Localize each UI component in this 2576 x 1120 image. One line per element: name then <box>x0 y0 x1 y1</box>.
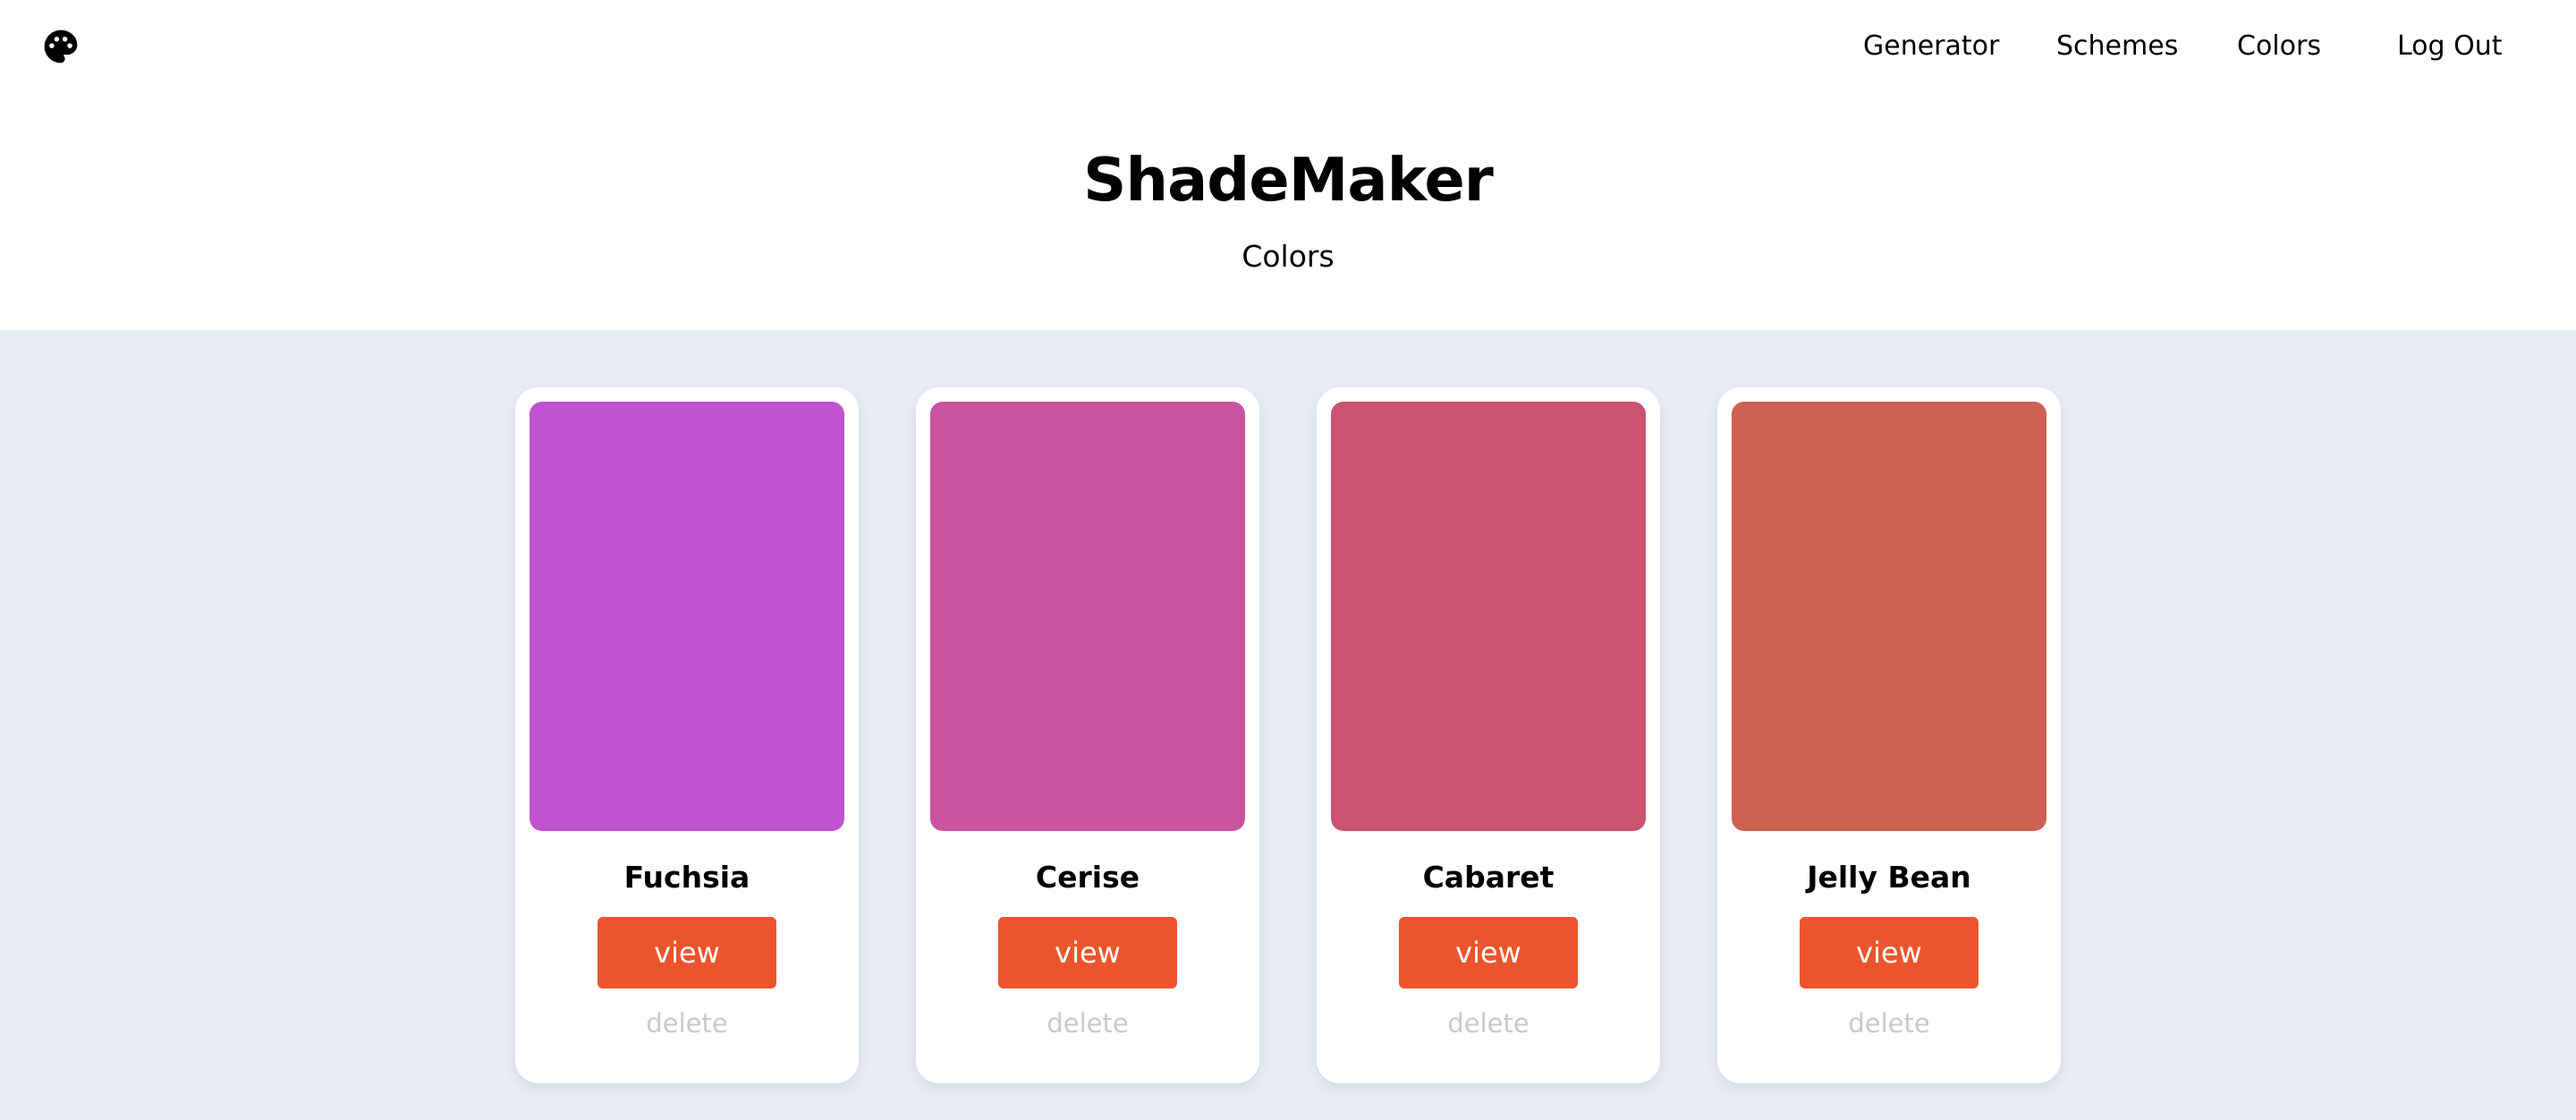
color-swatch[interactable] <box>930 402 1245 831</box>
view-button[interactable]: view <box>597 917 776 988</box>
color-name: Jelly Bean <box>1807 860 1971 895</box>
delete-link[interactable]: delete <box>916 1005 1259 1041</box>
palette-icon[interactable] <box>41 27 80 66</box>
color-card: Cabaret view delete <box>1317 387 1660 1083</box>
nav-colors-link[interactable]: Colors <box>2237 29 2321 64</box>
color-swatch[interactable] <box>530 402 844 831</box>
color-card: Cerise view delete <box>916 387 1259 1083</box>
color-gallery: Fuchsia view delete Cerise view delete C… <box>0 330 2576 1120</box>
nav-logout-link[interactable]: Log Out <box>2397 29 2503 64</box>
delete-link[interactable]: delete <box>1717 1005 2061 1041</box>
color-swatch[interactable] <box>1732 402 2046 831</box>
top-nav-bar: Generator Schemes Colors Log Out <box>0 0 2576 94</box>
view-button[interactable]: view <box>998 917 1177 988</box>
nav-generator-link[interactable]: Generator <box>1863 29 1999 64</box>
color-name: Cerise <box>1035 860 1140 895</box>
page-subtitle: Colors <box>1241 239 1335 274</box>
color-swatch[interactable] <box>1331 402 1646 831</box>
color-name: Fuchsia <box>623 860 750 895</box>
color-name: Cabaret <box>1422 860 1555 895</box>
page-title: ShadeMaker <box>1083 145 1494 215</box>
nav-schemes-link[interactable]: Schemes <box>2056 29 2178 64</box>
page-header: ShadeMaker Colors <box>0 94 2576 330</box>
view-button[interactable]: view <box>1399 917 1578 988</box>
delete-link[interactable]: delete <box>1317 1005 1660 1041</box>
color-card: Fuchsia view delete <box>515 387 859 1083</box>
view-button[interactable]: view <box>1800 917 1979 988</box>
delete-link[interactable]: delete <box>515 1005 859 1041</box>
color-card: Jelly Bean view delete <box>1717 387 2061 1083</box>
